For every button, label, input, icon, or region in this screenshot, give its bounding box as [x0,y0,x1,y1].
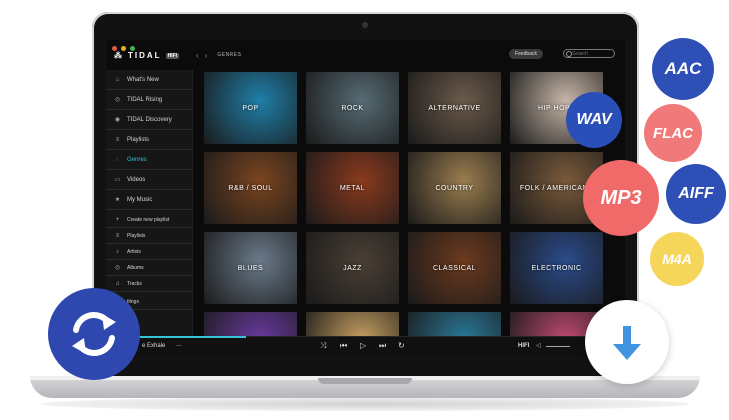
laptop-notch [318,378,412,384]
genre-tile[interactable]: JAZZ [306,232,399,304]
search-icon [566,51,572,57]
sidebar-item-label: Genres [127,156,147,163]
format-badge-aiff: AIFF [666,164,726,224]
sidebar-item-artists[interactable]: ♪ Artists [106,244,192,260]
sidebar-item-label: What's New [127,76,159,83]
player-bar: e Exhale ... ⤨ ⏮ ▷ ⏭ ↻ HIFI ◁ [106,336,625,357]
play-icon[interactable]: ▷ [360,341,366,350]
sidebar-item-label: Videos [127,176,146,183]
genre-tile[interactable]: COUNTRY [408,152,501,224]
sidebar-item-what-s-new[interactable]: ⌂ What's New [106,70,192,90]
sidebar-item-icon: ≡ [115,136,120,143]
sidebar-item-label: Albums [127,264,144,271]
format-badge-m4a: M4A [650,232,704,286]
sidebar-item-label: TIDAL Rising [127,96,163,103]
sidebar-item-icon: ◎ [114,97,121,103]
format-badge-aac: AAC [652,38,714,100]
genre-label: COUNTRY [435,184,474,192]
next-icon[interactable]: ⏭ [379,341,386,351]
sidebar-item-tidal-discovery[interactable]: ◉ TIDAL Discovery [106,110,192,130]
genre-tile[interactable]: METAL [306,152,399,224]
genre-label: METAL [339,184,366,192]
genre-label: POP [242,104,259,112]
sidebar-item-icon: ≡ [115,232,120,239]
sidebar-item-icon: ◉ [114,117,121,123]
promo-stage: ⁂ TIDAL HIFI ‹ › GENRES Feedback Search … [0,0,729,420]
sidebar-item-label: Tracks [127,280,142,287]
sidebar-item-create-new-playlist[interactable]: + Create new playlist [106,212,192,228]
genre-tile[interactable]: R&B / SOUL [204,152,297,224]
feedback-button[interactable]: Feedback [509,49,543,59]
sidebar-item-albums[interactable]: ◎ Albums [106,260,192,276]
sidebar-item-icon: ♪ [116,248,119,255]
forward-arrow-icon[interactable]: › [205,51,208,60]
top-bar: ‹ › GENRES Feedback Search [196,48,619,62]
sidebar-item-label: Playlists [127,232,146,239]
genre-label: R&B / SOUL [228,184,273,192]
genre-grid: POP ROCK ALTERNATIVE HIP HOP / R&B / SOUL MET… [204,72,623,357]
more-options-icon[interactable]: ... [176,341,182,348]
genre-label: FOLK / AMERICANA [519,184,594,192]
tidal-logo: ⁂ TIDAL HIFI [114,51,180,60]
genre-tile[interactable]: ELECTRONIC [510,232,603,304]
genre-label: ALTERNATIVE [428,104,481,112]
sidebar-item-tracks[interactable]: ♫ Tracks [106,276,192,292]
sidebar-item-label: Playlists [127,136,150,143]
sidebar-item-icon: ◌ [115,156,120,163]
volume-icon[interactable]: ◁ [536,342,541,349]
download-button[interactable] [585,300,669,384]
sidebar-item-playlists[interactable]: ≡ Playlists [106,228,192,244]
logo-text: TIDAL [128,51,162,60]
format-badge-mp3: MP3 [583,160,659,236]
sidebar-item-icon: + [115,216,120,223]
sidebar-item-icon: ◎ [114,265,121,271]
download-arrow-icon [613,326,641,360]
genre-tile[interactable]: POP [204,72,297,144]
convert-arrows-icon [72,312,116,356]
history-nav: ‹ › [196,51,207,60]
sidebar-item-icon: ▭ [114,177,121,183]
sidebar-item-tidal-rising[interactable]: ◎ TIDAL Rising [106,90,192,110]
genre-label: CLASSICAL [432,264,477,272]
sidebar-item-label: Artists [127,248,141,255]
genre-label: JAZZ [343,264,362,272]
shuffle-icon[interactable]: ⤨ [320,341,326,351]
volume-slider[interactable] [546,346,570,347]
sidebar-item-icon: ♫ [115,280,120,287]
format-badge-flac: FLAC [644,104,702,162]
sidebar-item-label: Create new playlist [127,216,170,223]
search-placeholder: Search [572,50,588,57]
genre-tile[interactable]: ROCK [306,72,399,144]
now-playing-title[interactable]: e Exhale [142,343,165,349]
laptop-shadow [40,397,690,411]
logo-badge: HIFI [165,52,180,59]
sidebar-item-label: My Music [127,196,153,203]
tidal-app-window: ⁂ TIDAL HIFI ‹ › GENRES Feedback Search … [106,40,625,357]
genre-tile[interactable]: CLASSICAL [408,232,501,304]
sidebar-item-label: TIDAL Discovery [127,116,172,123]
sidebar-item-videos[interactable]: ▭ Videos [106,170,192,190]
sidebar-item-icon: ★ [114,197,121,203]
sidebar-item-icon: ⌂ [115,76,120,83]
genre-tile[interactable]: ALTERNATIVE [408,72,501,144]
genre-label: BLUES [237,264,264,272]
genre-label: ELECTRONIC [531,264,582,272]
back-arrow-icon[interactable]: ‹ [196,51,199,60]
sidebar-item-genres[interactable]: ◌ Genres [106,150,192,170]
convert-button[interactable] [48,288,140,380]
camera-icon [362,22,368,28]
repeat-icon[interactable]: ↻ [398,341,405,350]
sidebar-item-playlists[interactable]: ≡ Playlists [106,130,192,150]
search-input[interactable]: Search [563,49,615,58]
genre-label: ROCK [341,104,364,112]
previous-icon[interactable]: ⏮ [340,341,347,351]
tidal-logo-icon: ⁂ [114,51,124,60]
genre-tile[interactable]: BLUES [204,232,297,304]
page-title: GENRES [217,52,242,58]
sidebar-item-my-music[interactable]: ★ My Music [106,190,192,210]
format-badge-wav: WAV [566,92,622,148]
quality-label[interactable]: HIFI [518,343,529,349]
